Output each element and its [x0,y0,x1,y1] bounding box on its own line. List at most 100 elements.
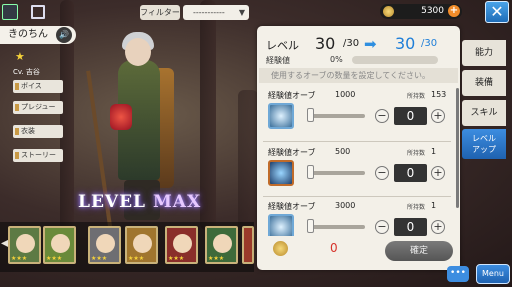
character-list-icon[interactable] [2,4,18,20]
level-max-accent: MAX [152,192,202,212]
bullet-icon [15,104,19,111]
orb-name: 経験値オーブ [268,148,316,157]
tab-level-up[interactable]: レベル アップ [462,129,506,159]
member-portrait [51,234,70,253]
medium-orb-icon [268,160,294,186]
side-button-label: 衣装 [21,127,35,135]
orb-list[interactable]: 経験値オーブ 1000 所持数 153 − 0 + 経験値オーブ 500 所持数… [259,86,458,236]
filter-label: フィルター [140,5,180,20]
increase-button[interactable]: + [431,109,445,123]
member-portrait [213,234,232,253]
level-current-max: /30 [343,38,360,49]
held-label: 所持数 [407,93,426,100]
member-stars: ★★★ [46,255,63,262]
orb-hint: 使用するオーブの数量を設定してください。 [259,68,458,83]
slider-handle[interactable] [307,165,314,179]
orb-held: 1 [431,147,437,156]
voice-button[interactable]: ボイス [13,80,63,93]
party-member[interactable]: ★★★ [8,226,41,264]
decrease-button[interactable]: − [375,220,389,234]
tab-skill[interactable]: スキル [462,100,506,126]
orb-exp: 1000 [335,90,356,99]
filter-select[interactable]: ----------- ▼ [183,5,249,20]
rarity-star-icon: ★ [15,50,25,63]
level-label: レベル [266,39,299,52]
party-member[interactable]: ★★★ [125,226,158,264]
side-button-label: プレジュー [21,103,56,111]
level-max-banner: LEVEL MAX [78,192,201,212]
increase-button[interactable]: + [431,220,445,234]
confirm-button[interactable]: 確定 [385,241,453,261]
exp-label: 経験値 [266,56,290,65]
story-button[interactable]: ストーリー [13,149,63,162]
chat-icon[interactable]: ••• [447,266,469,282]
arrow-right-icon: ➡ [364,35,377,53]
increase-button[interactable]: + [431,166,445,180]
orb-held: 153 [431,90,447,99]
side-button-label: ボイス [21,82,42,90]
quantity-value: 0 [394,164,427,182]
background-tree [200,0,216,230]
orb-exp: 3000 [335,201,356,210]
party-member[interactable]: ★★★ [43,226,76,264]
coin-icon [273,241,288,256]
quantity-slider[interactable] [309,171,365,175]
member-portrait [173,234,192,253]
party-member[interactable]: ★★★ [205,226,238,264]
huge-orb-icon [268,214,294,236]
divider [263,141,451,142]
orb-held: 1 [431,201,437,210]
orb-row: 経験値オーブ 1000 所持数 153 − 0 + [259,86,455,142]
slider-handle[interactable] [307,219,314,233]
member-portrait [133,234,152,253]
party-member[interactable]: ★★★ [242,226,254,264]
member-stars: ★★★ [91,255,108,262]
level-max-text: LEVEL [78,192,153,212]
chevron-down-icon: ▼ [238,8,245,17]
member-stars: ★★★ [208,255,225,262]
quantity-slider[interactable] [309,114,365,118]
orb-list-scrollbar[interactable] [456,88,459,208]
orb-name: 経験値オーブ [268,202,316,211]
side-button-label: ストーリー [21,151,56,159]
character-staff [86,70,114,240]
decrease-button[interactable]: − [375,109,389,123]
large-orb-icon [268,103,294,129]
exp-percent: 0% [330,55,343,64]
level-after-max: /30 [421,38,438,49]
add-coins-button[interactable]: + [448,5,460,17]
tab-ability[interactable]: 能力 [462,40,506,66]
character-emblem [110,104,132,130]
close-button[interactable]: ✕ [485,1,509,23]
member-stars: ★★★ [128,255,145,262]
game-screen: フィルター ----------- ▼ 5300 + ✕ きのちん 🔊 ★ Cv… [0,0,512,287]
held-label: 所持数 [407,150,426,157]
level-after: 30 [395,34,416,53]
costume-button[interactable]: 衣装 [13,125,63,138]
level-current: 30 [315,34,336,53]
decrease-button[interactable]: − [375,166,389,180]
voice-play-icon[interactable]: 🔊 [56,27,72,43]
cost-value: 0 [330,241,338,255]
present-button[interactable]: プレジュー [13,101,63,114]
quantity-slider[interactable] [309,225,365,229]
frame-toggle-icon[interactable] [31,5,45,19]
orb-row: 経験値オーブ 3000 所持数 1 − 0 + [259,197,455,236]
exp-progress-bar [352,56,438,64]
orb-row: 経験値オーブ 500 所持数 1 − 0 + [259,143,455,199]
party-member[interactable]: ★★★ [88,226,121,264]
member-stars: ★★★ [168,255,185,262]
party-member[interactable]: ★★★ [165,226,198,264]
menu-button[interactable]: Menu [476,264,510,284]
slider-handle[interactable] [307,108,314,122]
quantity-value: 0 [394,218,427,236]
bullet-icon [15,83,19,90]
bullet-icon [15,128,19,135]
voice-actor-label: Cv. 吉谷 [13,68,40,76]
background-tree [238,90,258,230]
character-portrait [125,38,151,66]
member-stars: ★★★ [11,255,28,262]
coin-icon [383,6,394,17]
filter-value: ----------- [193,8,225,17]
tab-equipment[interactable]: 装備 [462,70,506,96]
